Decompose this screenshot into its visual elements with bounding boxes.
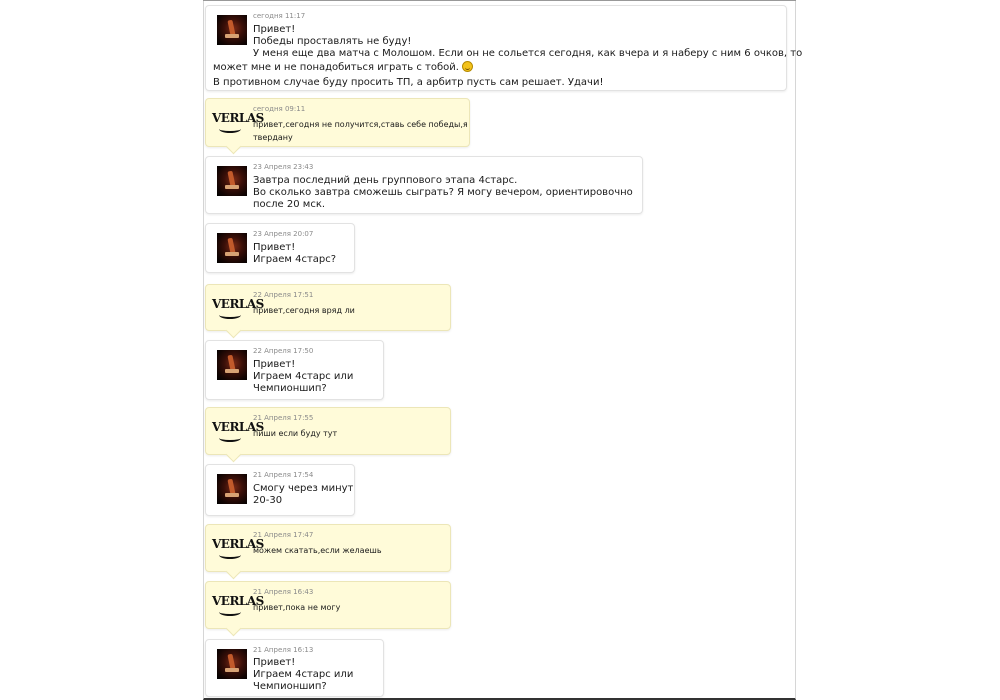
message-bubble: VERLAS сегодня 09:11 привет,сегодня не п… (205, 98, 470, 155)
avatar[interactable] (217, 233, 247, 263)
message-bubble: 22 Апреля 17:50 Привет! Играем 4старс ил… (205, 340, 384, 400)
message-bubble: VERLAS 21 Апреля 17:55 пиши если буду ту… (205, 407, 451, 463)
message-bubble: 23 Апреля 23:43 Завтра последний день гр… (205, 156, 643, 214)
verlas-logo[interactable]: VERLAS (212, 420, 264, 446)
message-text: пиши если буду тут (253, 427, 337, 440)
swoosh-icon (219, 125, 241, 133)
message-bubble: VERLAS 21 Апреля 17:47 можем скатать,есл… (205, 524, 451, 580)
message-line: У меня еще два матча с Молошом. Если он … (253, 48, 803, 59)
message-line: привет,сегодня не получится,ставь себе п… (253, 120, 468, 129)
message-text: можем скатать,если желаешь (253, 544, 382, 557)
avatar[interactable] (217, 15, 247, 45)
message-text: Смогу через минут 20-30 (253, 483, 353, 507)
swoosh-icon (219, 608, 241, 616)
message-line: Завтра последний день группового этапа 4… (253, 175, 518, 186)
verlas-logo[interactable]: VERLAS (212, 594, 264, 620)
message-line: можем скатать,если желаешь (253, 546, 382, 555)
message-time: 21 Апреля 17:54 (253, 471, 314, 479)
message-line: Привет! (253, 359, 296, 370)
message-text: привет,сегодня вряд ли (253, 304, 355, 317)
message-text: Завтра последний день группового этапа 4… (253, 175, 633, 211)
message-time: 21 Апреля 17:55 (253, 414, 314, 422)
message-bubble: 21 Апреля 17:54 Смогу через минут 20-30 (205, 464, 355, 516)
message-line: Играем 4старс или (253, 371, 354, 382)
swoosh-icon (219, 434, 241, 442)
message-line: Привет! (253, 24, 296, 35)
avatar[interactable] (217, 350, 247, 380)
avatar[interactable] (217, 166, 247, 196)
message-text: Привет! Победы проставлять не буду! У ме… (253, 24, 802, 60)
message-text: привет,сегодня не получится,ставь себе п… (253, 118, 468, 144)
message-line: твердану (253, 133, 293, 142)
top-divider (203, 0, 796, 1)
message-line: Привет! (253, 242, 296, 253)
message-text: Привет! Играем 4старс или Чемпионшип? (253, 657, 353, 693)
message-line: Играем 4старс или (253, 669, 354, 680)
message-line: 20-30 (253, 495, 283, 506)
message-time: 22 Апреля 17:50 (253, 347, 314, 355)
message-line: привет,сегодня вряд ли (253, 306, 355, 315)
message-text-continued: может мне и не понадобиться играть с тоб… (213, 61, 603, 89)
smiley-icon (461, 61, 473, 72)
message-time: 22 Апреля 17:51 (253, 291, 314, 299)
verlas-logo[interactable]: VERLAS (212, 537, 264, 563)
message-time: 23 Апреля 23:43 (253, 163, 314, 171)
message-bubble: VERLAS 22 Апреля 17:51 привет,сегодня вр… (205, 284, 451, 339)
message-line: Смогу через минут (253, 483, 354, 494)
message-line: Чемпионшип? (253, 383, 327, 394)
message-line-text: может мне и не понадобиться играть с тоб… (213, 62, 459, 73)
message-text: привет,пока не могу (253, 601, 340, 614)
message-line: пиши если буду тут (253, 429, 338, 438)
message-time: 21 Апреля 17:47 (253, 531, 314, 539)
message-line: привет,пока не могу (253, 603, 341, 612)
avatar[interactable] (217, 474, 247, 504)
message-bubble: сегодня 11:17 Привет! Победы проставлять… (205, 5, 802, 91)
message-line: Привет! (253, 657, 296, 668)
message-line: Чемпионшип? (253, 681, 327, 692)
message-text: Привет! Играем 4старс или Чемпионшип? (253, 359, 353, 395)
message-time: сегодня 11:17 (253, 12, 306, 20)
message-time: 21 Апреля 16:43 (253, 588, 314, 596)
message-line: может мне и не понадобиться играть с тоб… (213, 61, 603, 75)
message-bubble: 21 Апреля 16:13 Привет! Играем 4старс ил… (205, 639, 384, 697)
swoosh-icon (219, 311, 241, 319)
message-line: Играем 4старс? (253, 254, 337, 265)
message-line: Во сколько завтра сможешь сыграть? Я мог… (253, 187, 633, 198)
message-time: сегодня 09:11 (253, 105, 306, 113)
message-line: после 20 мск. (253, 199, 326, 210)
swoosh-icon (219, 551, 241, 559)
message-bubble: 23 Апреля 20:07 Привет! Играем 4старс? (205, 223, 355, 273)
avatar[interactable] (217, 649, 247, 679)
message-line: В противном случае буду просить ТП, а ар… (213, 76, 604, 88)
verlas-logo[interactable]: VERLAS (212, 111, 264, 137)
message-time: 23 Апреля 20:07 (253, 230, 314, 238)
message-text: Привет! Играем 4старс? (253, 242, 336, 266)
verlas-logo[interactable]: VERLAS (212, 297, 264, 323)
message-bubble: VERLAS 21 Апреля 16:43 привет,пока не мо… (205, 581, 451, 637)
message-line: Победы проставлять не буду! (253, 36, 412, 47)
message-time: 21 Апреля 16:13 (253, 646, 314, 654)
